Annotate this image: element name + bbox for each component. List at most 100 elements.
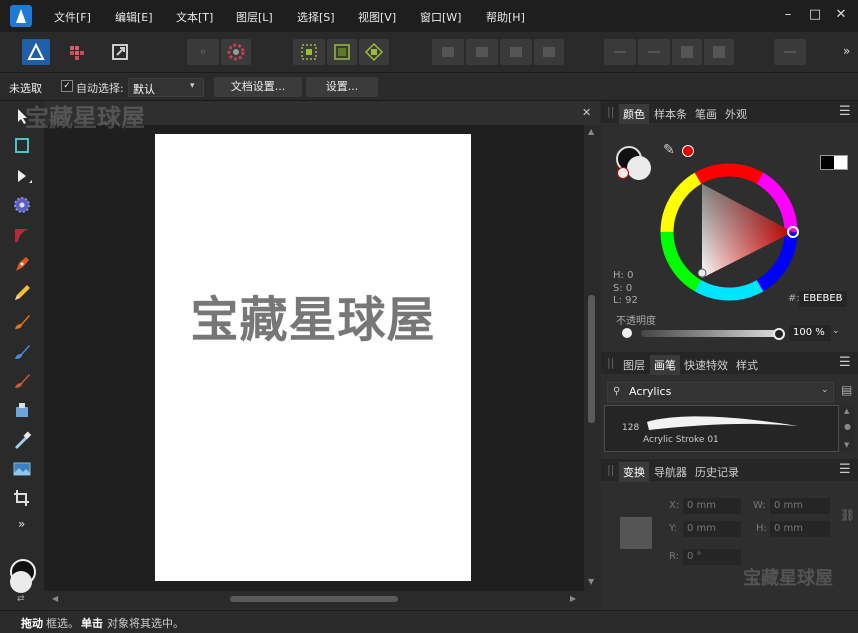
brush-list-item[interactable]: 128 Acrylic Stroke 01 — [604, 405, 839, 452]
snap-objects-button[interactable] — [359, 39, 389, 65]
tab-styles[interactable]: 样式 — [736, 357, 758, 373]
color-wheel[interactable] — [655, 160, 803, 308]
tab-navigator[interactable]: 导航器 — [654, 464, 687, 480]
close-document-icon[interactable]: ✕ — [582, 106, 591, 119]
fill-tool[interactable] — [10, 341, 34, 363]
tab-layers[interactable]: 图层 — [623, 357, 645, 373]
auto-select-dropdown[interactable]: 默认 ▾ — [128, 78, 204, 97]
anchor-point-selector[interactable] — [620, 517, 652, 549]
export-persona-button[interactable] — [106, 39, 134, 65]
designer-persona-button[interactable] — [22, 39, 50, 65]
panel-menu-icon[interactable]: ☰ — [839, 104, 851, 119]
transparency-tool[interactable] — [10, 399, 34, 421]
pixel-persona-button[interactable] — [62, 39, 90, 65]
tab-quick-fx[interactable]: 快速特效 — [684, 357, 728, 373]
scroll-right-icon[interactable]: ▶ — [570, 594, 576, 603]
fill-color-swatch[interactable] — [10, 571, 32, 593]
settings-button[interactable]: 设置... — [306, 77, 378, 97]
auto-select-checkbox[interactable]: ✓ — [61, 80, 73, 92]
scroll-up-icon[interactable]: ▲ — [588, 127, 594, 136]
artboard-tool[interactable] — [10, 135, 34, 157]
menu-text[interactable]: 文本[T] — [176, 9, 213, 25]
w-input[interactable]: 0 mm — [770, 498, 830, 514]
vector-brush-tool[interactable] — [10, 311, 34, 333]
align-center-button[interactable] — [466, 39, 498, 65]
close-button[interactable]: ✕ — [832, 6, 850, 24]
y-input[interactable]: 0 mm — [683, 521, 741, 537]
toolbar-overflow-icon[interactable]: » — [843, 44, 850, 58]
lock-aspect-icon[interactable]: ⛓ — [840, 508, 855, 522]
brush-category-dropdown[interactable]: ⚲ Acrylics ⌄ — [607, 382, 834, 402]
align-right-button[interactable] — [500, 39, 532, 65]
crop-tool[interactable] — [10, 487, 34, 509]
tab-transform[interactable]: 变换 — [619, 462, 649, 482]
document-text[interactable]: 宝藏星球屋 — [155, 280, 471, 350]
scroll-down-icon[interactable]: ▼ — [844, 441, 849, 449]
arrange-button[interactable] — [638, 39, 670, 65]
brush-options-icon[interactable]: ▤ — [841, 383, 852, 397]
scroll-left-icon[interactable]: ◀ — [52, 594, 58, 603]
menu-edit[interactable]: 编辑[E] — [115, 9, 153, 25]
snap-bounds-button[interactable] — [327, 39, 357, 65]
menu-help[interactable]: 帮助[H] — [486, 9, 525, 25]
snap-to-grid-button[interactable] — [293, 39, 325, 65]
opacity-input[interactable]: 100 % — [789, 325, 831, 341]
scroll-up-icon[interactable]: ▲ — [844, 407, 849, 415]
snapping-settings-button[interactable] — [221, 39, 251, 65]
scroll-thumb-icon[interactable]: ● — [844, 422, 851, 431]
align-left-button[interactable] — [432, 39, 464, 65]
fill-swatch[interactable] — [627, 156, 651, 180]
scroll-down-icon[interactable]: ▼ — [588, 577, 594, 586]
panel-menu-icon[interactable]: ☰ — [839, 462, 851, 477]
tab-stroke[interactable]: 笔画 — [695, 106, 717, 122]
eyedropper-icon[interactable]: ✎ — [663, 142, 675, 158]
black-white-toggle[interactable] — [820, 155, 848, 170]
menu-window[interactable]: 窗口[W] — [420, 9, 461, 25]
document-setup-button[interactable]: 文档设置... — [214, 77, 302, 97]
menu-select[interactable]: 选择[S] — [297, 9, 335, 25]
more-tools-icon[interactable]: » — [18, 517, 25, 531]
point-transform-tool[interactable] — [10, 224, 34, 246]
horizontal-scroll-thumb[interactable] — [230, 596, 398, 602]
pencil-tool[interactable] — [10, 282, 34, 304]
hex-input[interactable]: EBEBEB — [799, 291, 847, 307]
opacity-slider[interactable] — [641, 330, 779, 337]
menu-file[interactable]: 文件[F] — [54, 9, 91, 25]
align-top-button[interactable] — [534, 39, 564, 65]
no-color-icon[interactable] — [617, 167, 629, 179]
order-front-button[interactable] — [704, 39, 734, 65]
tab-brushes[interactable]: 画笔 — [650, 355, 680, 375]
horizontal-scrollbar[interactable]: ◀ ▶ — [44, 591, 584, 607]
tab-appearance[interactable]: 外观 — [725, 106, 747, 122]
node-tool[interactable] — [10, 165, 34, 187]
tab-swatches[interactable]: 样本条 — [654, 106, 687, 122]
vertical-scroll-thumb[interactable] — [588, 295, 595, 423]
image-tool[interactable] — [10, 458, 34, 480]
snapping-button[interactable]: ◦ — [187, 39, 219, 65]
order-back-button[interactable] — [672, 39, 702, 65]
h-input[interactable]: 0 mm — [770, 521, 830, 537]
minimize-button[interactable]: – — [779, 6, 797, 24]
menu-view[interactable]: 视图[V] — [358, 9, 396, 25]
swap-colors-icon[interactable]: ⇄ — [17, 594, 25, 604]
place-image-tool[interactable] — [10, 429, 34, 451]
opacity-slider-handle[interactable] — [773, 328, 785, 340]
distribute-button[interactable] — [604, 39, 636, 65]
paint-brush-tool[interactable] — [10, 370, 34, 392]
corner-tool[interactable] — [10, 194, 34, 216]
maximize-button[interactable]: □ — [806, 6, 824, 24]
tab-history[interactable]: 历史记录 — [695, 464, 739, 480]
opacity-dropdown-icon[interactable]: ⌄ — [832, 326, 840, 336]
menu-layer[interactable]: 图层[L] — [236, 9, 273, 25]
picked-color-swatch[interactable] — [682, 145, 694, 157]
document-page[interactable] — [155, 134, 471, 581]
tab-color[interactable]: 颜色 — [619, 104, 649, 124]
brush-list-scrollbar[interactable]: ▲ ● ▼ — [840, 405, 855, 452]
saturation-handle[interactable] — [697, 268, 707, 278]
vertical-scrollbar[interactable]: ▲ ▼ — [584, 125, 600, 591]
pen-tool[interactable] — [10, 253, 34, 275]
transform-mode-button[interactable] — [774, 39, 806, 65]
x-input[interactable]: 0 mm — [683, 498, 741, 514]
rotation-input[interactable]: 0 ° — [683, 549, 741, 565]
panel-menu-icon[interactable]: ☰ — [839, 355, 851, 370]
